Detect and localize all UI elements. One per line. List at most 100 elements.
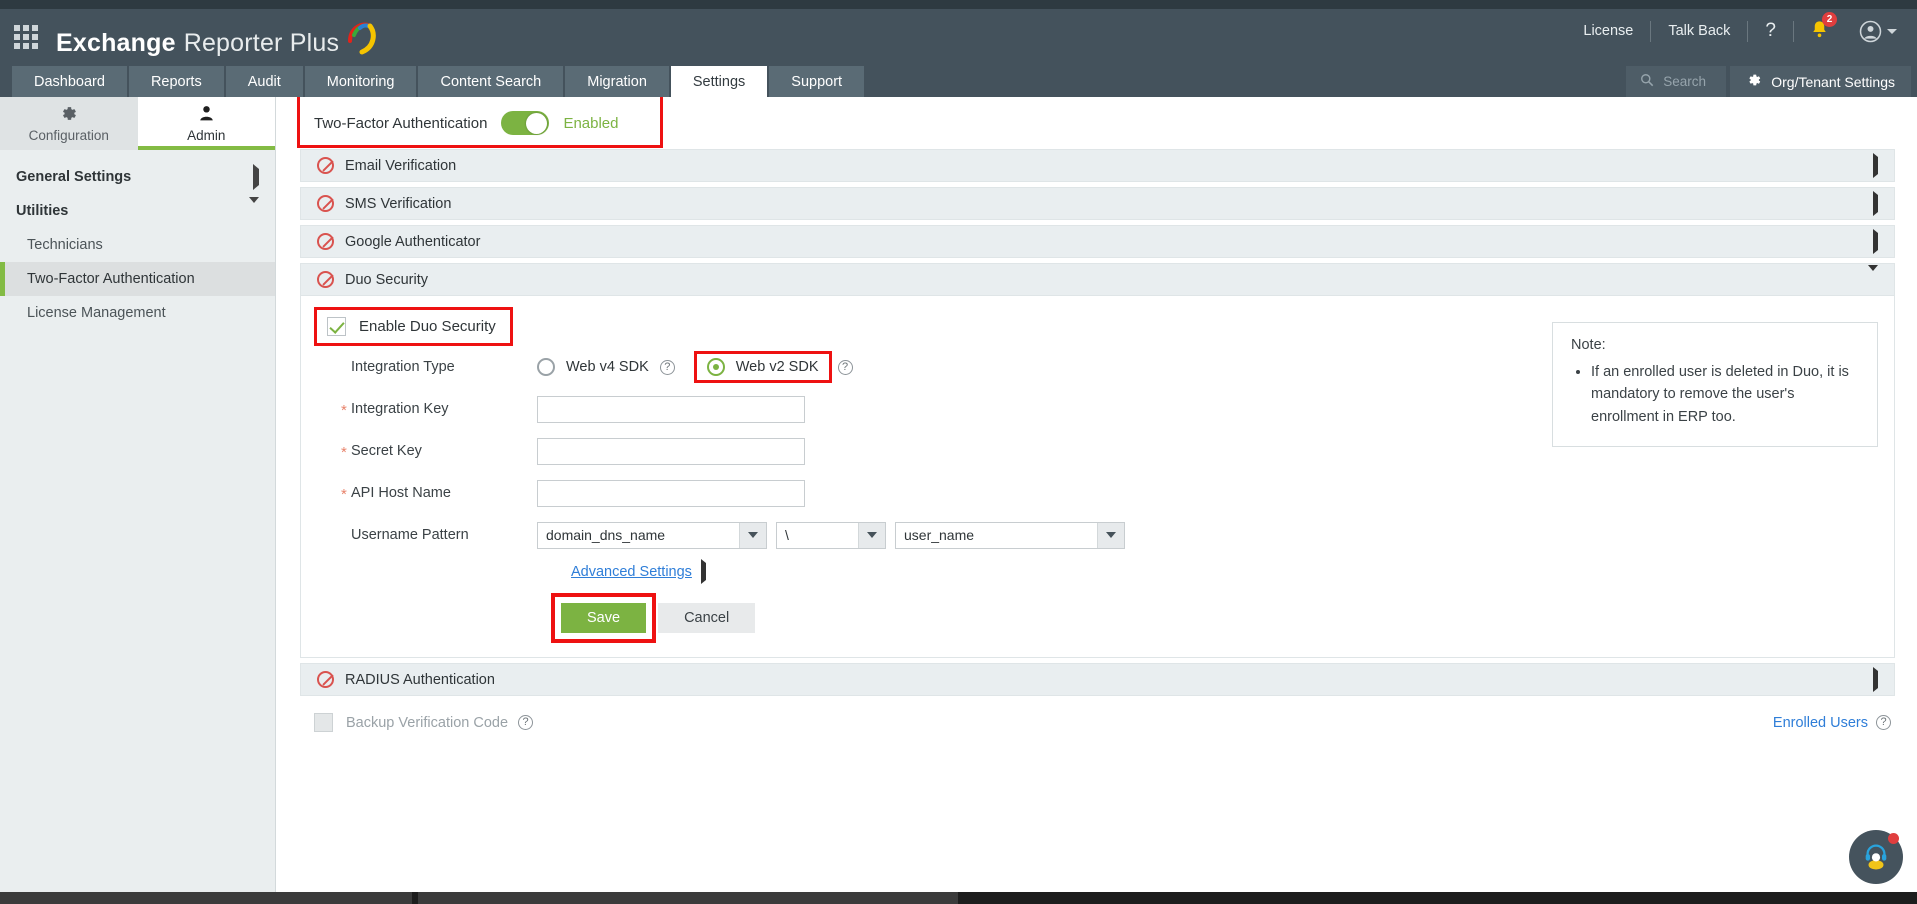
chevron-down-icon xyxy=(739,522,766,548)
tab-settings[interactable]: Settings xyxy=(670,66,768,97)
accordion-row-email-verification[interactable]: Email Verification xyxy=(300,149,1895,182)
cancel-button[interactable]: Cancel xyxy=(658,603,756,633)
sidebar-group-label: Utilities xyxy=(16,203,69,219)
sidebar-subtab-label: Admin xyxy=(187,128,226,143)
username-pattern-select-user[interactable]: user_name xyxy=(895,521,1125,549)
tab-reports[interactable]: Reports xyxy=(128,66,224,97)
accordion-row-duo-security[interactable]: Duo Security xyxy=(300,263,1895,296)
note-title: Note: xyxy=(1571,337,1606,353)
notifications-bell-icon[interactable]: 2 xyxy=(1794,12,1845,43)
footer-row: Backup Verification Code ? Enrolled User… xyxy=(300,701,1895,732)
field-label: Secret Key xyxy=(351,443,422,459)
tab-monitoring[interactable]: Monitoring xyxy=(304,66,417,97)
license-link[interactable]: License xyxy=(1566,21,1650,41)
duo-note-column: Note: If an enrolled user is deleted in … xyxy=(1538,310,1878,639)
sidebar-item-license-management[interactable]: License Management xyxy=(0,296,275,330)
web-v4-sdk-radio[interactable] xyxy=(537,358,555,376)
two-factor-authentication-toggle-row: Two-Factor Authentication Enabled xyxy=(297,97,663,148)
secret-key-input[interactable] xyxy=(537,437,805,465)
integration-key-input[interactable] xyxy=(537,395,805,423)
backup-verification-code-checkbox[interactable] xyxy=(314,713,333,732)
app-header: Exchange Reporter Plus License Talk Back… xyxy=(0,9,1917,66)
username-pattern-select-domain[interactable]: domain_dns_name xyxy=(537,521,767,549)
enrolled-users-link-row[interactable]: Enrolled Users ? xyxy=(1773,715,1891,731)
accordion-row-sms-verification[interactable]: SMS Verification xyxy=(300,187,1895,220)
taskbar-segment xyxy=(418,892,958,904)
chevron-right-icon[interactable] xyxy=(700,559,706,584)
sidebar-item-two-factor-authentication[interactable]: Two-Factor Authentication xyxy=(0,262,275,296)
web-v4-sdk-label: Web v4 SDK xyxy=(566,359,649,375)
logo-swirl-icon xyxy=(346,21,376,62)
accordion-title: Email Verification xyxy=(345,157,457,174)
help-icon[interactable]: ? xyxy=(518,715,534,730)
os-taskbar xyxy=(0,892,1917,904)
advanced-settings-row: Advanced Settings xyxy=(317,559,1538,584)
help-icon[interactable]: ? xyxy=(1748,21,1793,41)
search-icon xyxy=(1640,73,1654,90)
sidebar-item-technicians[interactable]: Technicians xyxy=(0,228,275,262)
accordion-title: SMS Verification xyxy=(345,195,452,212)
sidebar-group-utilities[interactable]: Utilities xyxy=(0,194,275,228)
sidebar-nav: General Settings Utilities Technicians T… xyxy=(0,150,275,330)
secret-key-row: * Secret Key xyxy=(317,437,1538,465)
sidebar-subtab-label: Configuration xyxy=(28,128,109,143)
two-factor-authentication-toggle[interactable] xyxy=(501,111,550,135)
help-icon[interactable]: ? xyxy=(837,359,853,375)
brand-bold: Exchange xyxy=(56,29,176,57)
required-asterisk: * xyxy=(341,486,347,503)
enrolled-users-label: Enrolled Users xyxy=(1772,714,1868,731)
enable-duo-security-checkbox[interactable] xyxy=(327,317,346,336)
required-asterisk: * xyxy=(341,444,347,461)
tab-content-search[interactable]: Content Search xyxy=(418,66,564,97)
username-pattern-select-separator[interactable]: \ xyxy=(776,521,886,549)
help-icon[interactable]: ? xyxy=(1876,715,1891,730)
accordion-row-radius-authentication[interactable]: RADIUS Authentication xyxy=(300,663,1895,696)
org-tenant-settings-label: Org/Tenant Settings xyxy=(1771,73,1895,90)
talk-back-link[interactable]: Talk Back xyxy=(1651,21,1747,41)
web-v2-sdk-radio[interactable] xyxy=(706,358,725,376)
note-item: If an enrolled user is deleted in Duo, i… xyxy=(1591,361,1859,428)
search-box[interactable]: Search xyxy=(1626,66,1727,97)
integration-type-label: Integration Type xyxy=(351,359,455,375)
user-avatar-icon[interactable] xyxy=(1845,20,1897,43)
chevron-down-icon xyxy=(858,522,885,548)
required-asterisk: * xyxy=(341,402,347,419)
chevron-down-icon xyxy=(249,197,259,219)
save-button[interactable]: Save xyxy=(561,603,647,633)
accordion-title: RADIUS Authentication xyxy=(345,671,495,688)
sidebar-group-general-settings[interactable]: General Settings xyxy=(0,160,275,194)
org-tenant-settings-button[interactable]: Org/Tenant Settings xyxy=(1730,66,1911,97)
enable-duo-security-row[interactable]: Enable Duo Security xyxy=(314,307,513,346)
chevron-right-icon xyxy=(1873,666,1878,692)
advanced-settings-link[interactable]: Advanced Settings xyxy=(571,564,692,580)
duo-security-panel: Enable Duo Security Integration Type Web… xyxy=(300,296,1895,658)
secret-key-label: * Secret Key xyxy=(317,443,537,461)
sidebar-group-label: General Settings xyxy=(16,169,132,185)
chevron-down-icon xyxy=(1097,522,1124,548)
tab-audit[interactable]: Audit xyxy=(225,66,303,97)
sidebar-subtab-admin[interactable]: Admin xyxy=(137,97,275,150)
help-icon[interactable]: ? xyxy=(659,359,675,375)
select-value: domain_dns_name xyxy=(546,527,666,543)
notification-badge: 2 xyxy=(1822,12,1837,27)
headset-support-icon xyxy=(1861,840,1891,875)
radio-option-web-v4-sdk[interactable]: Web v4 SDK ? xyxy=(537,358,675,376)
tab-support[interactable]: Support xyxy=(769,66,865,97)
radio-option-web-v2-sdk[interactable]: Web v2 SDK xyxy=(693,351,832,383)
backup-verification-code-label: Backup Verification Code xyxy=(346,714,509,731)
field-label: API Host Name xyxy=(351,485,451,501)
admin-user-icon xyxy=(197,104,216,126)
note-panel: Note: If an enrolled user is deleted in … xyxy=(1552,322,1878,448)
api-host-name-input[interactable] xyxy=(537,479,805,507)
tab-dashboard[interactable]: Dashboard xyxy=(12,66,127,97)
disabled-circle-icon xyxy=(317,233,334,250)
disabled-circle-icon xyxy=(317,157,334,174)
main-tab-bar: Dashboard Reports Audit Monitoring Conte… xyxy=(0,66,1917,97)
tab-migration[interactable]: Migration xyxy=(565,66,669,97)
support-chat-button[interactable] xyxy=(1849,830,1903,884)
sidebar-subtab-configuration[interactable]: Configuration xyxy=(0,97,138,150)
app-grid-icon[interactable] xyxy=(14,24,40,51)
accordion-row-google-authenticator[interactable]: Google Authenticator xyxy=(300,225,1895,258)
search-input[interactable]: Search xyxy=(1663,74,1706,89)
page-body: Configuration Admin General Settings Uti… xyxy=(0,97,1917,892)
